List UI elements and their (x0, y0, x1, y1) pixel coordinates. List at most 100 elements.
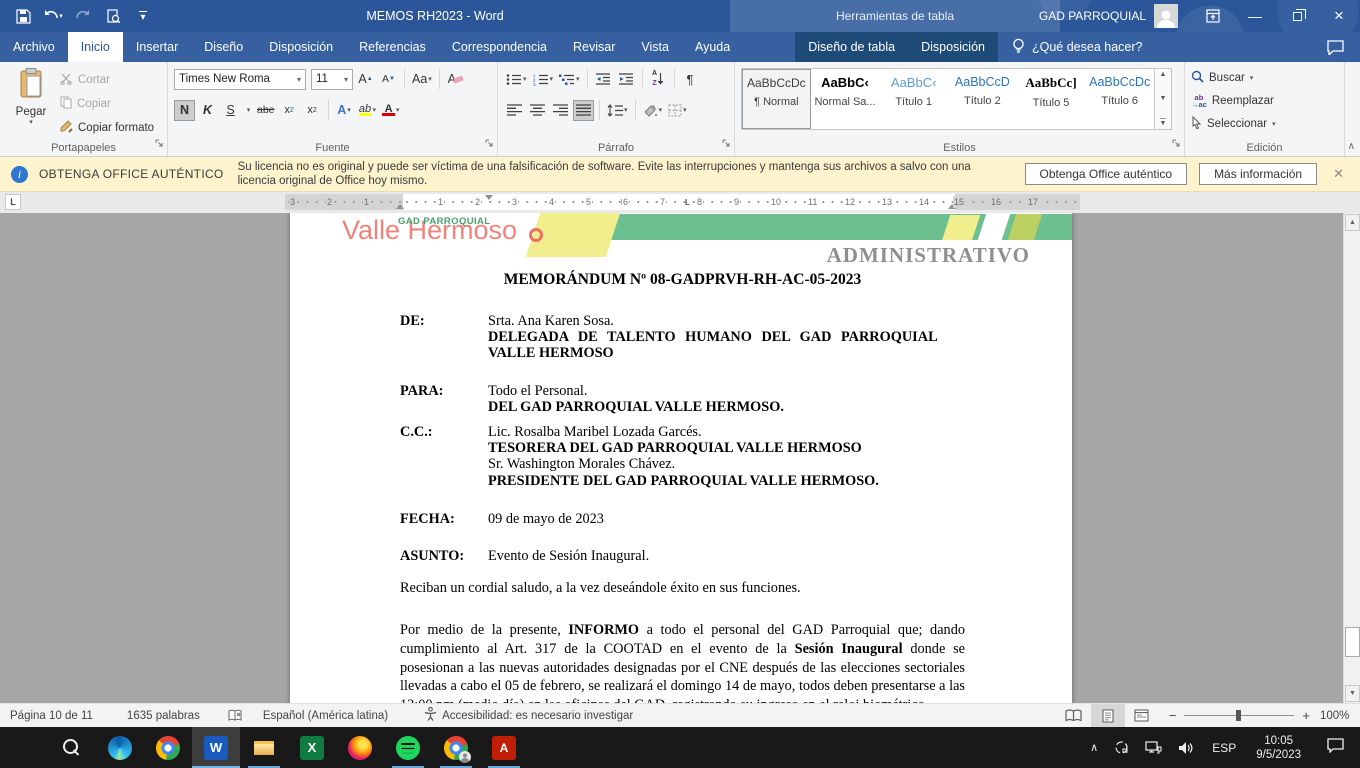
style-item-6[interactable]: AaBbCcDcTítulo 6 (1085, 69, 1154, 129)
tab-ayuda[interactable]: Ayuda (682, 32, 743, 62)
align-left-button[interactable] (504, 100, 525, 121)
ribbon-display-options-icon[interactable] (1192, 0, 1234, 32)
font-family-combo[interactable]: Times New Roma▾ (174, 69, 306, 90)
find-button[interactable]: Buscar▾ (1191, 67, 1340, 88)
underline-dropdown[interactable]: ▾ (243, 100, 253, 121)
paragraph-dialog-launcher[interactable] (722, 135, 731, 153)
text-effects-button[interactable]: A▾ (334, 100, 355, 121)
underline-button[interactable]: S (220, 100, 241, 121)
zoom-slider-thumb[interactable] (1236, 710, 1241, 721)
font-size-combo[interactable]: 11▾ (311, 69, 353, 90)
paste-button[interactable]: Pegar ▾ (6, 66, 56, 138)
highlight-button[interactable]: ab▾ (357, 100, 379, 121)
grow-font-button[interactable]: A▲ (355, 69, 376, 90)
taskbar-word[interactable]: W (192, 727, 240, 768)
redo-icon[interactable] (70, 4, 96, 28)
taskbar-start[interactable] (0, 727, 48, 768)
get-genuine-office-button[interactable]: Obtenga Office auténtico (1025, 163, 1188, 185)
style-item-5[interactable]: AaBbCc]Título 5 (1017, 69, 1086, 129)
bullets-button[interactable]: ▾ (504, 69, 529, 90)
taskbar-chrome[interactable] (144, 727, 192, 768)
word-count[interactable]: 1635 palabras (117, 704, 210, 727)
collapse-ribbon-icon[interactable]: ∧ (1348, 141, 1355, 152)
print-preview-icon[interactable] (100, 4, 126, 28)
format-painter-button[interactable]: Copiar formato (60, 117, 154, 138)
replace-button[interactable]: ab→ac Reemplazar (1191, 90, 1340, 111)
cut-button[interactable]: Cortar (60, 70, 154, 91)
license-bar-close-icon[interactable]: ✕ (1317, 166, 1360, 182)
style-item-3[interactable]: AaBbC‹Título 1 (879, 69, 948, 129)
left-indent-marker[interactable] (396, 204, 404, 209)
shading-button[interactable]: ▾ (641, 100, 665, 121)
scroll-up-icon[interactable]: ▲ (1345, 214, 1360, 231)
comments-icon[interactable] (1311, 32, 1360, 62)
save-icon[interactable] (10, 4, 36, 28)
strikethrough-button[interactable]: abe (255, 100, 277, 121)
taskbar-firefox[interactable] (336, 727, 384, 768)
multilevel-list-button[interactable]: ▾ (557, 69, 582, 90)
tab-diseno[interactable]: Diseño (191, 32, 256, 62)
taskbar-excel[interactable]: X (288, 727, 336, 768)
ruler[interactable]: L L 3211234567891011121314151617 (285, 194, 1080, 210)
align-center-button[interactable] (527, 100, 548, 121)
language-indicator[interactable]: Español (América latina) (253, 704, 398, 727)
tab-revisar[interactable]: Revisar (560, 32, 628, 62)
read-mode-button[interactable] (1057, 704, 1091, 727)
restore-button[interactable] (1276, 0, 1318, 32)
styles-dialog-launcher[interactable] (1172, 135, 1181, 153)
page-indicator[interactable]: Página 10 de 11 (0, 704, 103, 727)
numbering-button[interactable]: 123▾ (531, 69, 556, 90)
scroll-down-icon[interactable]: ▼ (1345, 685, 1360, 702)
shrink-font-button[interactable]: A▼ (378, 69, 399, 90)
more-info-button[interactable]: Más información (1199, 163, 1317, 185)
taskbar-search[interactable] (48, 727, 96, 768)
tab-referencias[interactable]: Referencias (346, 32, 439, 62)
tab-diseno-de-tabla[interactable]: Diseño de tabla (795, 32, 908, 62)
tab-archivo[interactable]: Archivo (0, 32, 68, 62)
tab-stop-marker[interactable]: L (685, 199, 690, 207)
taskbar-edge[interactable] (96, 727, 144, 768)
tab-vista[interactable]: Vista (628, 32, 682, 62)
styles-scroll-down-icon[interactable]: ▼ (1160, 95, 1167, 102)
justify-button[interactable] (573, 100, 594, 121)
superscript-button[interactable]: x2 (302, 100, 323, 121)
clipboard-dialog-launcher[interactable] (155, 135, 164, 153)
scrollbar-thumb[interactable] (1345, 627, 1360, 657)
styles-scroll-up-icon[interactable]: ▲ (1160, 71, 1167, 78)
tray-capture-icon[interactable] (1106, 727, 1137, 768)
zoom-out-icon[interactable]: − (1169, 708, 1177, 723)
taskbar-chrome-profile[interactable] (432, 727, 480, 768)
tab-disposicion[interactable]: Disposición (256, 32, 346, 62)
minimize-button[interactable]: — (1234, 0, 1276, 32)
keyboard-language[interactable]: ESP (1202, 741, 1246, 755)
volume-icon[interactable] (1170, 727, 1202, 768)
style-item-4[interactable]: AaBbCcDTítulo 2 (948, 69, 1017, 129)
proofing-icon[interactable] (218, 704, 253, 727)
borders-button[interactable]: ▾ (666, 100, 689, 121)
action-center-icon[interactable] (1311, 738, 1360, 758)
tab-selector[interactable]: L (5, 194, 21, 210)
select-button[interactable]: Seleccionar▾ (1191, 113, 1340, 134)
clock[interactable]: 10:05 9/5/2023 (1246, 734, 1311, 762)
customize-qat-icon[interactable]: ▾ (130, 4, 156, 28)
taskbar-spotify[interactable] (384, 727, 432, 768)
undo-icon[interactable]: ▾ (40, 4, 66, 28)
bold-button[interactable]: N (174, 100, 195, 121)
line-spacing-button[interactable]: ▾ (605, 100, 630, 121)
font-color-button[interactable]: A▾ (380, 100, 402, 121)
close-button[interactable]: × (1318, 0, 1360, 32)
style-item-1[interactable]: AaBbCcDc¶ Normal (742, 69, 811, 129)
taskbar-explorer[interactable] (240, 727, 288, 768)
document-page[interactable]: Valle Hermoso GAD PARROQUIAL ADMINISTRAT… (290, 213, 1072, 703)
font-dialog-launcher[interactable] (485, 135, 494, 153)
memo-text[interactable]: DE:Srta. Ana Karen Sosa.DELEGADA DE TALE… (400, 313, 965, 703)
accessibility-status[interactable]: Accesibilidad: es necesario investigar (414, 704, 643, 727)
styles-gallery-scrollbar[interactable]: ▲ ▼ ▼ (1155, 68, 1172, 130)
tab-inicio[interactable]: Inicio (68, 32, 123, 62)
tab-insertar[interactable]: Insertar (123, 32, 191, 62)
style-item-2[interactable]: AaBbC‹Normal Sa... (811, 69, 880, 129)
clear-formatting-button[interactable]: A (445, 69, 466, 90)
zoom-percentage[interactable]: 100% (1320, 710, 1360, 722)
tab-correspondencia[interactable]: Correspondencia (439, 32, 560, 62)
tell-me-box[interactable]: ¿Qué desea hacer? (998, 32, 1157, 62)
